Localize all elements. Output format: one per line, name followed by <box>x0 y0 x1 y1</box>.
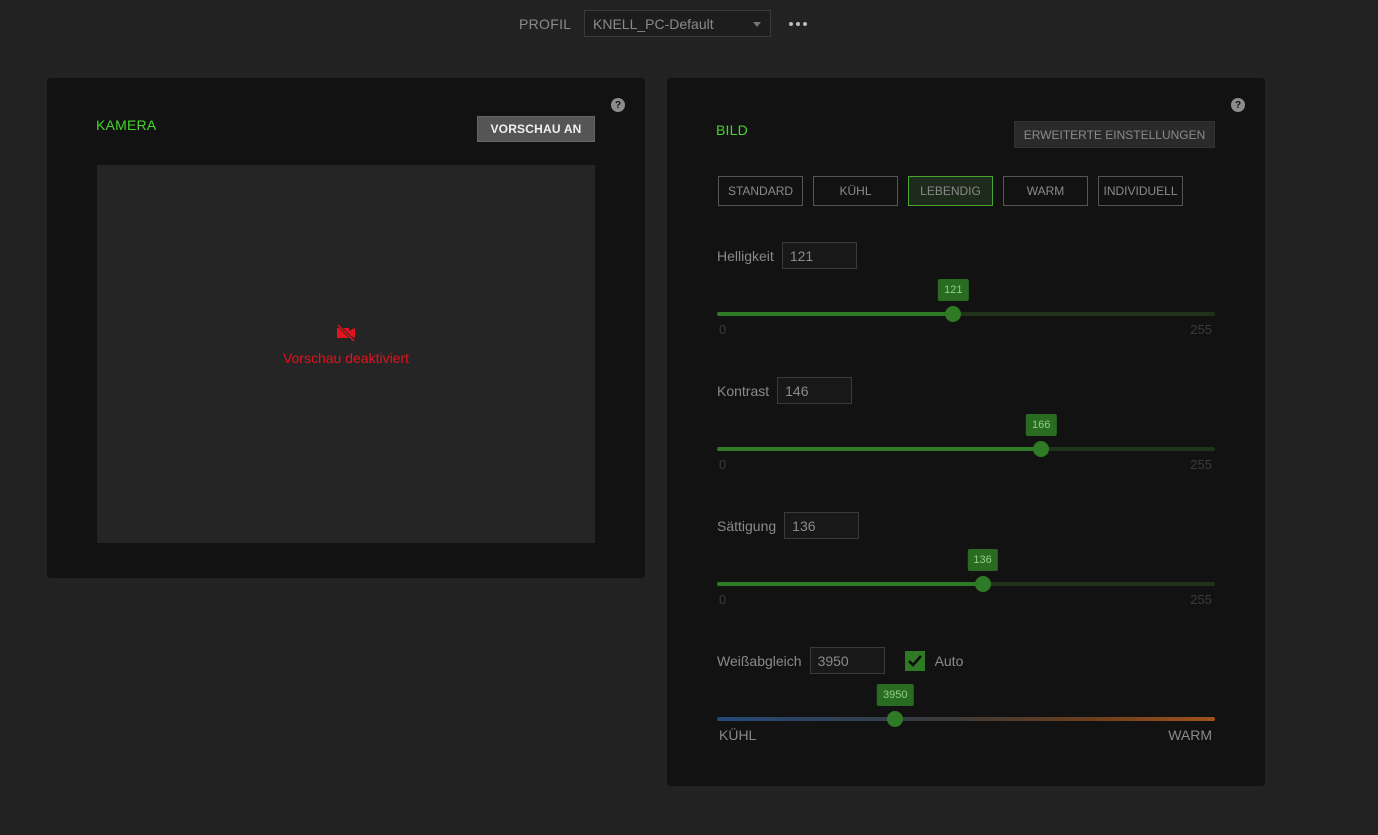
brightness-max: 255 <box>1190 322 1212 337</box>
saturation-label: Sättigung <box>717 517 777 534</box>
preset-kuehl[interactable]: KÜHL <box>813 176 898 206</box>
profile-select[interactable]: KNELL_PC-Default <box>584 10 771 37</box>
saturation-input[interactable]: 136 <box>784 512 860 539</box>
saturation-slider[interactable]: 136 0 255 <box>717 549 1215 607</box>
white-balance-slider[interactable]: 3950 KÜHL WARM <box>717 684 1215 743</box>
camera-preview-area: Vorschau deaktiviert <box>97 165 595 543</box>
profile-select-value: KNELL_PC-Default <box>593 15 714 32</box>
brightness-label: Helligkeit <box>717 247 774 264</box>
preview-on-button[interactable]: VORSCHAU AN <box>477 116 595 142</box>
brightness-input[interactable]: 121 <box>781 242 857 269</box>
preset-buttons: STANDARD KÜHL LEBENDIG WARM INDIVIDUELL <box>718 176 1183 206</box>
contrast-min: 0 <box>719 457 727 472</box>
camera-panel: ? KAMERA VORSCHAU AN Vorschau deaktivier… <box>47 78 645 578</box>
white-balance-tooltip: 3950 <box>877 684 914 706</box>
white-balance-min-label: KÜHL <box>719 727 757 743</box>
saturation-min: 0 <box>719 592 727 607</box>
preset-standard[interactable]: STANDARD <box>718 176 803 206</box>
saturation-tooltip: 136 <box>967 549 998 571</box>
white-balance-track[interactable] <box>717 717 1215 721</box>
camera-off-icon <box>336 324 356 342</box>
brightness-track[interactable] <box>717 312 1215 316</box>
chevron-down-icon <box>753 22 761 27</box>
advanced-settings-button[interactable]: ERWEITERTE EINSTELLUNGEN <box>1014 121 1215 148</box>
contrast-group: Kontrast 146 166 0 255 <box>717 377 1215 472</box>
contrast-max: 255 <box>1190 457 1212 472</box>
contrast-input[interactable]: 146 <box>777 377 853 404</box>
auto-checkbox[interactable] <box>904 650 925 671</box>
saturation-track[interactable] <box>717 582 1215 586</box>
saturation-thumb[interactable] <box>974 576 991 592</box>
contrast-label: Kontrast <box>717 382 770 399</box>
brightness-slider[interactable]: 121 0 255 <box>717 279 1215 337</box>
white-balance-group: Weißabgleich 3950 Auto 3950 KÜHL WARM <box>717 647 1215 743</box>
brightness-group: Helligkeit 121 121 0 255 <box>717 242 1215 337</box>
profile-bar: PROFIL KNELL_PC-Default <box>519 10 807 37</box>
brightness-min: 0 <box>719 322 727 337</box>
brightness-tooltip: 121 <box>938 279 969 301</box>
more-options-icon[interactable] <box>789 21 807 26</box>
contrast-slider[interactable]: 166 0 255 <box>717 414 1215 472</box>
contrast-thumb[interactable] <box>1033 441 1050 457</box>
preview-disabled-message: Vorschau deaktiviert <box>282 350 410 366</box>
white-balance-input[interactable]: 3950 <box>809 647 885 674</box>
camera-title: KAMERA <box>96 117 157 133</box>
image-title: BILD <box>716 122 748 138</box>
preset-individuell[interactable]: INDIVIDUELL <box>1098 176 1183 206</box>
preset-warm[interactable]: WARM <box>1003 176 1088 206</box>
white-balance-thumb[interactable] <box>887 711 904 727</box>
profile-label: PROFIL <box>519 15 572 32</box>
checkmark-icon <box>907 654 922 667</box>
auto-label: Auto <box>934 652 964 669</box>
white-balance-max-label: WARM <box>1168 727 1212 743</box>
help-icon[interactable]: ? <box>1231 98 1245 112</box>
saturation-group: Sättigung 136 136 0 255 <box>717 512 1215 607</box>
image-panel: ? BILD ERWEITERTE EINSTELLUNGEN STANDARD… <box>667 78 1265 786</box>
saturation-max: 255 <box>1190 592 1212 607</box>
brightness-thumb[interactable] <box>945 306 962 322</box>
help-icon[interactable]: ? <box>611 98 625 112</box>
contrast-track[interactable] <box>717 447 1215 451</box>
white-balance-label: Weißabgleich <box>717 652 802 669</box>
contrast-tooltip: 166 <box>1026 414 1057 436</box>
auto-white-balance[interactable]: Auto <box>904 650 964 671</box>
preset-lebendig[interactable]: LEBENDIG <box>908 176 993 206</box>
